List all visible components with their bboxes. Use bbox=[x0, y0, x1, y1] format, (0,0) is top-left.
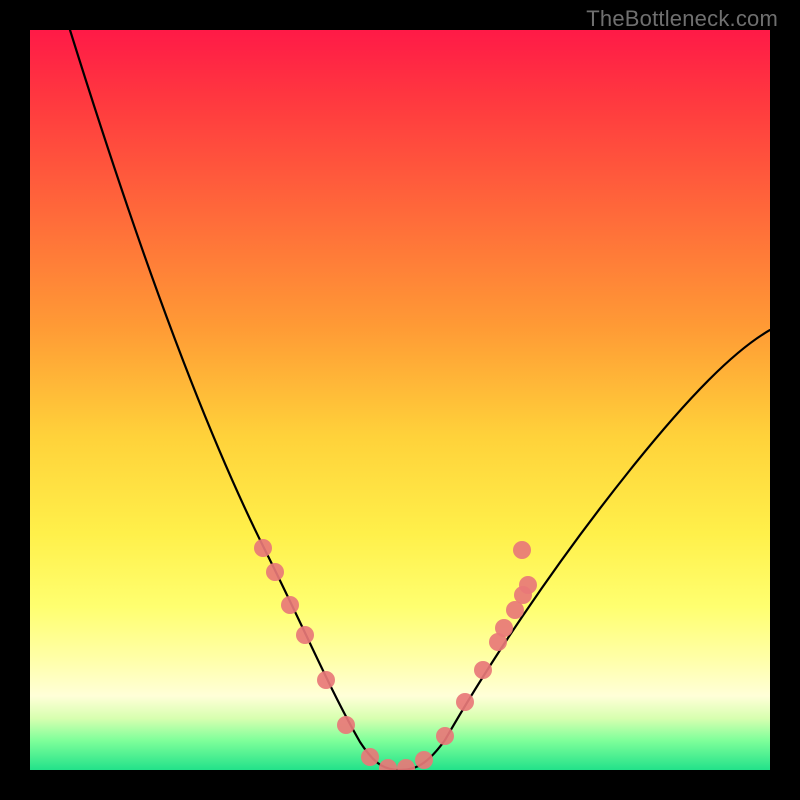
marker-dot bbox=[317, 671, 335, 689]
bottleneck-curve-path bbox=[70, 30, 770, 770]
marker-dot bbox=[254, 539, 272, 557]
marker-dot bbox=[361, 748, 379, 766]
marker-dot bbox=[456, 693, 474, 711]
marker-dot bbox=[397, 759, 415, 770]
marker-dot bbox=[436, 727, 454, 745]
chart-svg bbox=[30, 30, 770, 770]
marker-dot bbox=[281, 596, 299, 614]
marker-dot bbox=[513, 541, 531, 559]
marker-dot bbox=[337, 716, 355, 734]
marker-dot bbox=[519, 576, 537, 594]
marker-dot bbox=[266, 563, 284, 581]
marker-dot bbox=[379, 759, 397, 770]
marker-dot bbox=[474, 661, 492, 679]
chart-frame: TheBottleneck.com bbox=[0, 0, 800, 800]
chart-plot-area bbox=[30, 30, 770, 770]
marker-dot bbox=[415, 751, 433, 769]
marker-dot bbox=[296, 626, 314, 644]
marker-group bbox=[254, 539, 537, 770]
watermark-text: TheBottleneck.com bbox=[586, 6, 778, 32]
marker-dot bbox=[495, 619, 513, 637]
